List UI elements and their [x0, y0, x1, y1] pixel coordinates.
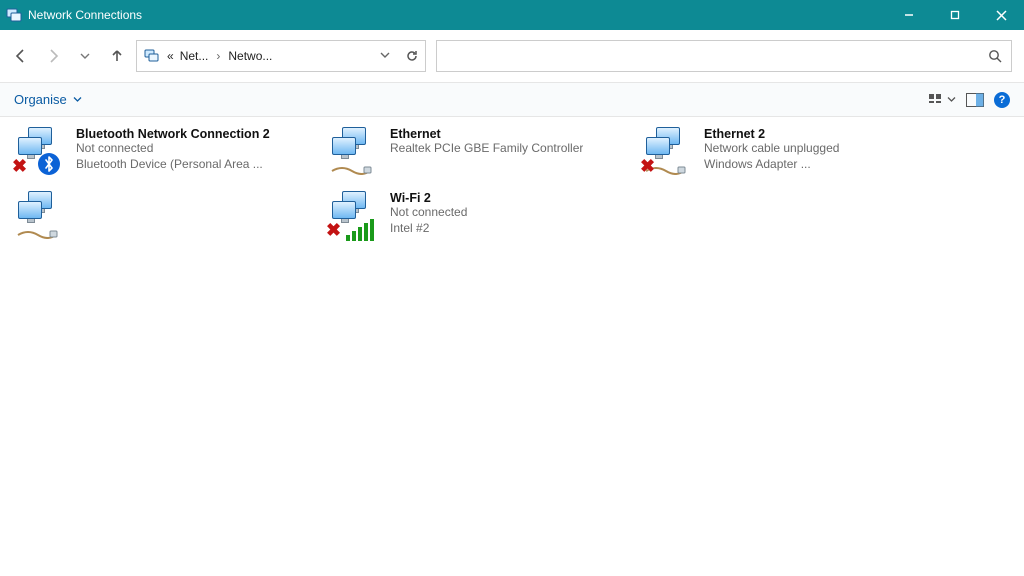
adapter-icon: ✖ — [328, 191, 380, 239]
connection-name: Wi-Fi 2 — [390, 191, 467, 205]
view-menu[interactable] — [927, 92, 956, 108]
app-icon — [6, 7, 22, 23]
history-dropdown-icon[interactable] — [76, 47, 94, 65]
address-bar[interactable]: « Net... › Netwo... — [136, 40, 426, 72]
connection-texts: Ethernet 2Network cable unplugged Window… — [704, 127, 839, 172]
connection-texts: Bluetooth Network Connection 2Not connec… — [76, 127, 270, 172]
search-icon[interactable] — [988, 49, 1003, 64]
help-button[interactable]: ? — [994, 92, 1010, 108]
connection-texts: Wi-Fi 2Not connectedIntel #2 — [390, 191, 467, 236]
minimize-button[interactable] — [886, 0, 932, 30]
connection-item[interactable]: ✖ Bluetooth Network Connection 2Not conne… — [10, 125, 310, 187]
breadcrumb-prefix: « — [167, 49, 174, 63]
refresh-button[interactable] — [405, 49, 419, 63]
connection-status: Not connected — [76, 141, 270, 157]
location-icon — [143, 47, 161, 65]
organise-label: Organise — [14, 92, 67, 107]
adapter-icon: ✖ — [14, 127, 66, 175]
window-title: Network Connections — [28, 8, 886, 22]
titlebar: Network Connections — [0, 0, 1024, 30]
chevron-down-icon — [947, 95, 956, 104]
error-x-icon: ✖ — [640, 156, 655, 177]
close-button[interactable] — [978, 0, 1024, 30]
address-dropdown-icon[interactable] — [379, 49, 391, 63]
chevron-right-icon: › — [216, 49, 220, 63]
connection-status: Not connected — [390, 205, 467, 221]
organise-menu[interactable]: Organise — [14, 92, 82, 107]
preview-pane-button[interactable] — [966, 93, 984, 107]
command-bar: Organise ? — [0, 83, 1024, 117]
connection-item[interactable] — [10, 189, 310, 251]
chevron-down-icon — [73, 95, 82, 104]
back-button[interactable] — [12, 47, 30, 65]
connection-item[interactable]: ✖ Ethernet 2Network cable unplugged Windo… — [638, 125, 938, 187]
maximize-button[interactable] — [932, 0, 978, 30]
connection-device: Intel #2 — [390, 221, 467, 237]
search-box[interactable] — [436, 40, 1012, 72]
connection-texts: EthernetRealtek PCIe GBE Family Controll… — [390, 127, 583, 157]
forward-button[interactable] — [44, 47, 62, 65]
connection-item[interactable]: ✖ Wi-Fi 2Not connectedIntel #2 — [324, 189, 624, 251]
connection-device: Realtek PCIe GBE Family Controller — [390, 141, 583, 157]
window-controls — [886, 0, 1024, 30]
connection-name: Ethernet — [390, 127, 583, 141]
connection-name: Bluetooth Network Connection 2 — [76, 127, 270, 141]
connection-status: Network cable unplugged — [704, 141, 839, 157]
nav-buttons — [12, 47, 126, 65]
large-icons-icon — [927, 92, 943, 108]
connection-item[interactable]: EthernetRealtek PCIe GBE Family Controll… — [324, 125, 624, 187]
error-x-icon: ✖ — [326, 220, 341, 241]
adapter-icon: ✖ — [642, 127, 694, 175]
connection-device: Windows Adapter ... — [704, 157, 839, 173]
adapter-icon — [328, 127, 380, 175]
error-x-icon: ✖ — [12, 156, 27, 177]
breadcrumb-2[interactable]: Netwo... — [228, 49, 272, 63]
up-button[interactable] — [108, 47, 126, 65]
connection-device: Bluetooth Device (Personal Area ... — [76, 157, 270, 173]
breadcrumb-1[interactable]: Net... — [180, 49, 209, 63]
nav-row: « Net... › Netwo... — [0, 30, 1024, 83]
connection-name: Ethernet 2 — [704, 127, 839, 141]
connections-grid: ✖Bluetooth Network Connection 2Not conne… — [0, 117, 1024, 259]
search-input[interactable] — [445, 48, 988, 65]
adapter-icon — [14, 191, 66, 239]
